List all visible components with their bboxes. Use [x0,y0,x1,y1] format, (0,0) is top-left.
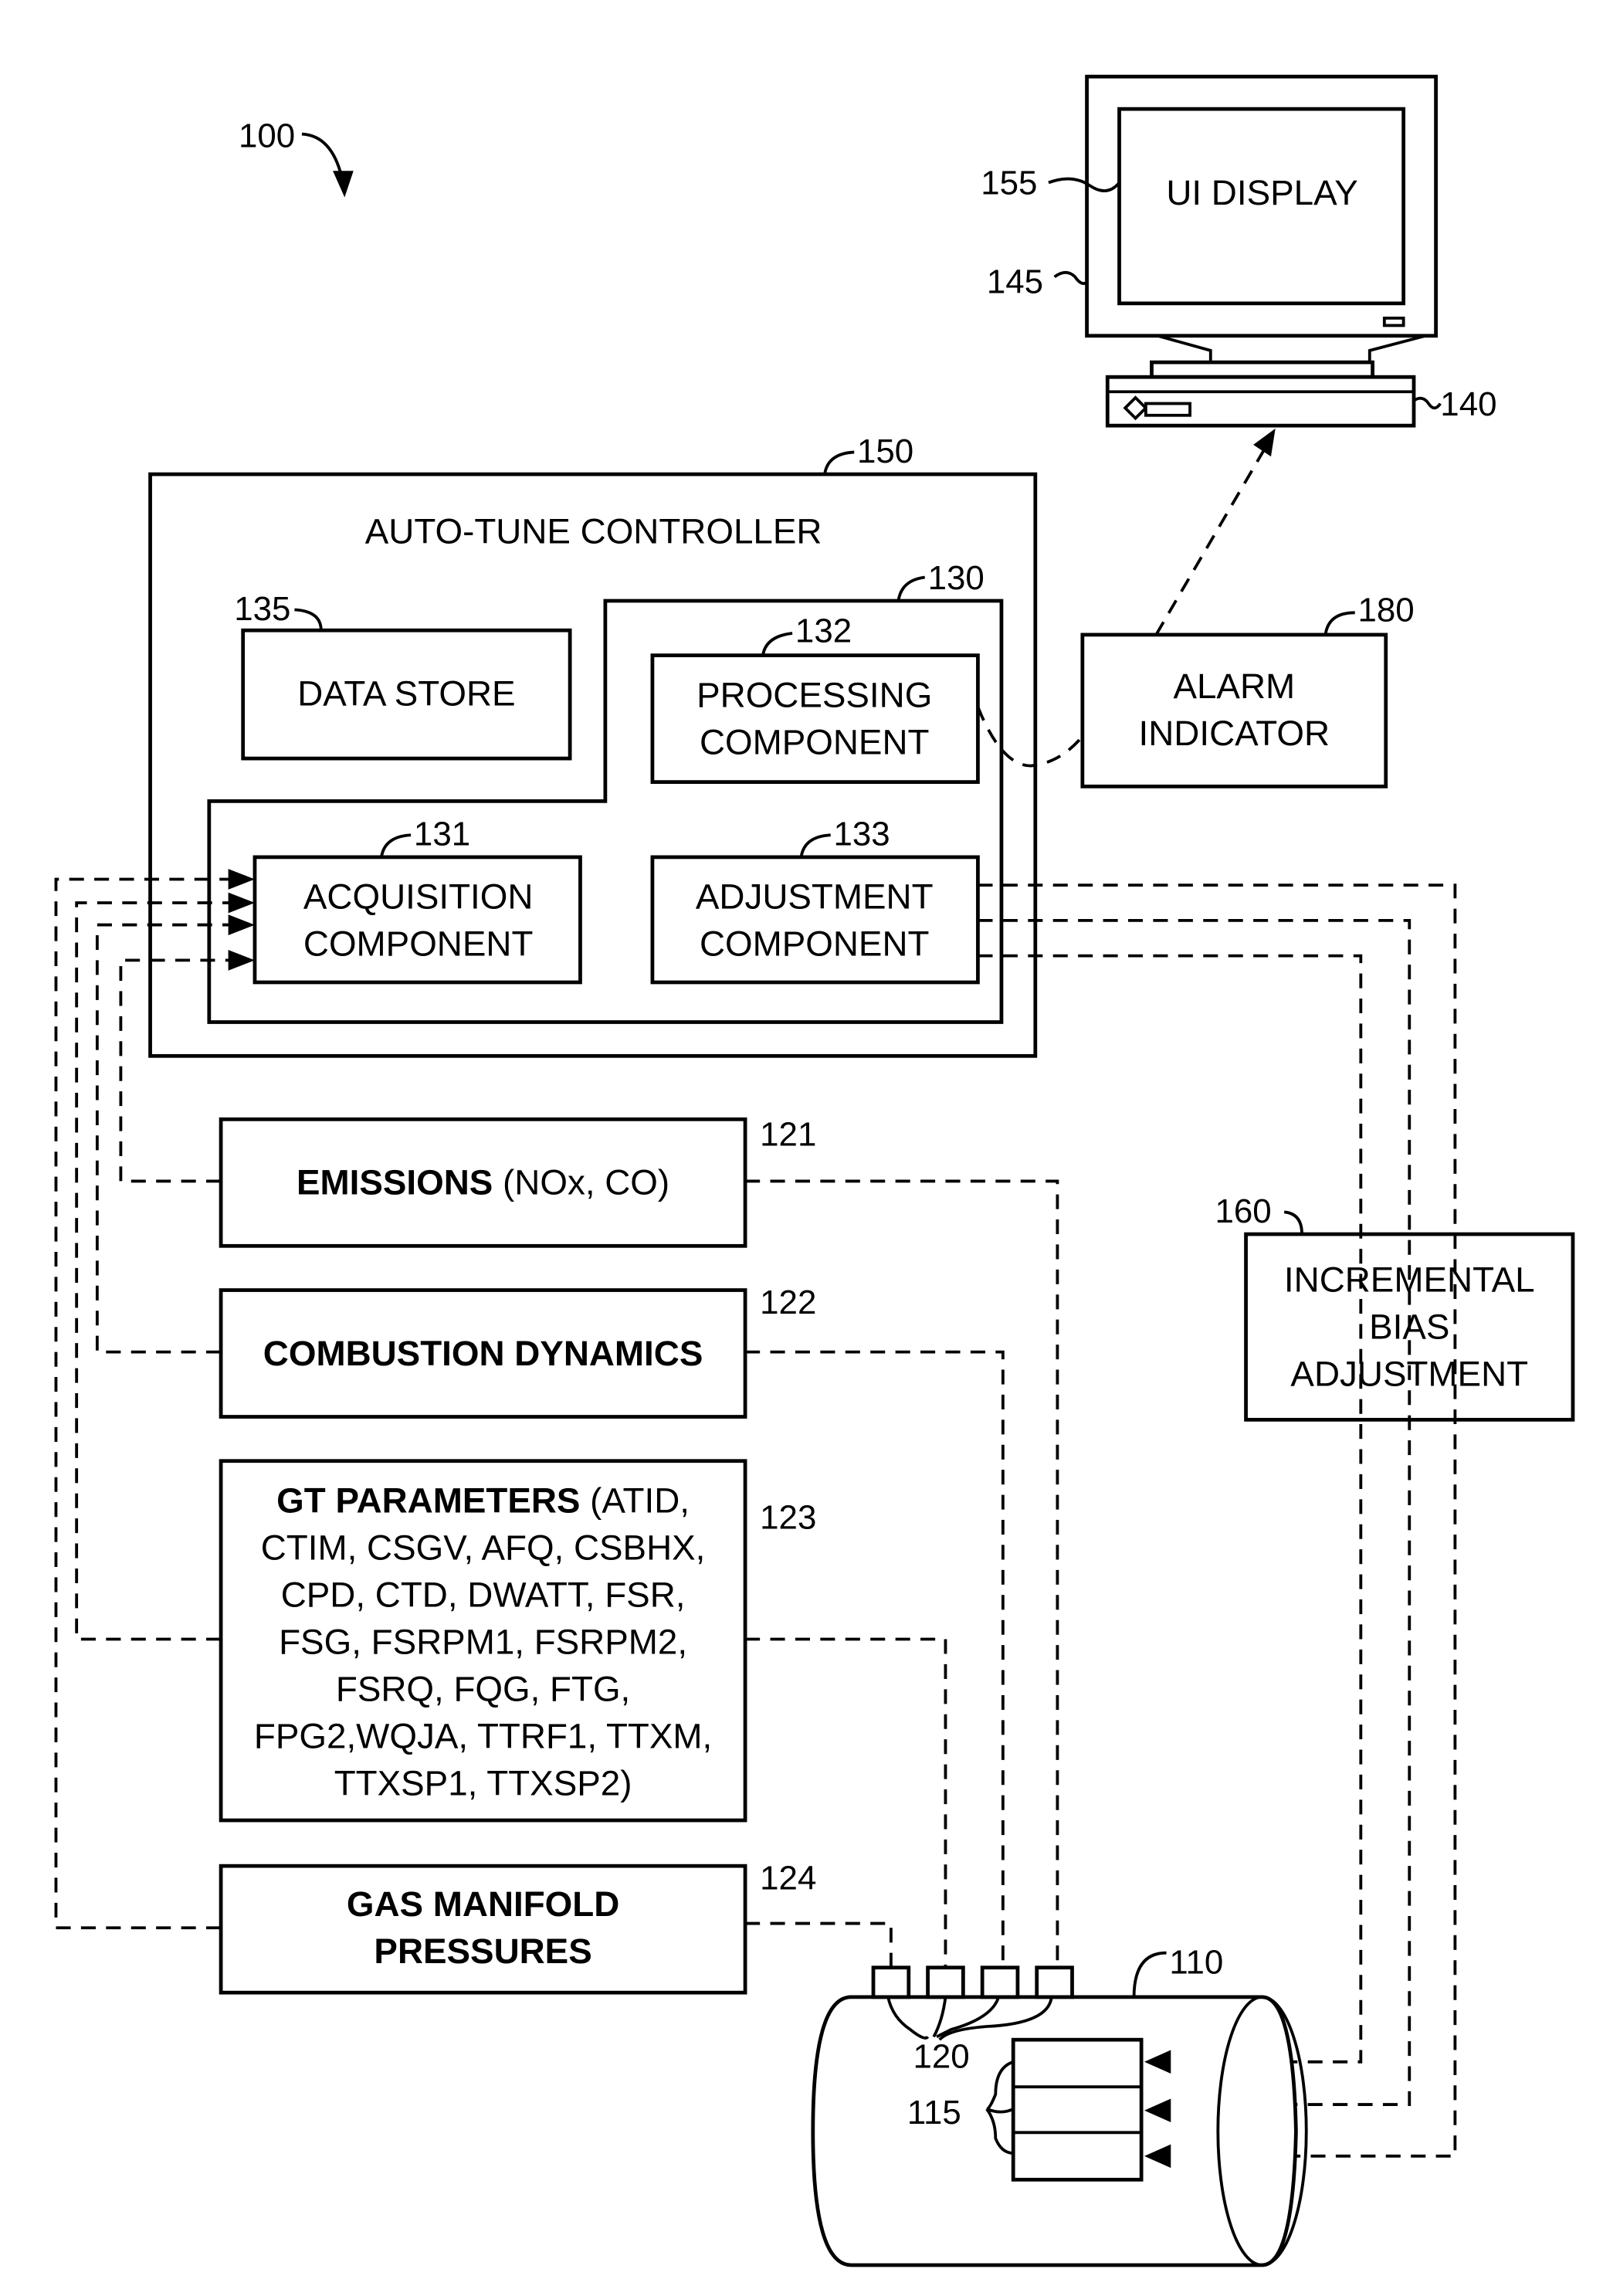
ref-145-leader [1053,270,1088,285]
processing-component-box[interactable] [650,653,980,784]
adjust-line-2 [978,918,1412,2106]
gt-line-1: CTIM, CSGV, AFQ, CSBHX, [261,1528,706,1568]
gt-line-4: FSRQ, FQG, FTG, [336,1670,630,1709]
sensor-1 [871,1965,911,1999]
ref-110: 110 [1169,1943,1223,1981]
arrowhead-icon [333,171,354,198]
ref-124: 124 [760,1860,816,1898]
computer-base [1105,375,1416,428]
sensor-4 [1035,1965,1074,1999]
acquisition-line1: ACQUISITION [303,877,534,917]
gt-line-6: TTXSP1, TTXSP2) [334,1764,632,1803]
patent-diagram: 100 UI DISPLAY 155 145 140 AUTO-TUNE CON… [54,74,1575,2267]
computer[interactable]: UI DISPLAY [1085,74,1438,428]
ref-100-leader [301,132,344,178]
data-store-label: DATA STORE [297,673,515,713]
ui-display-label: UI DISPLAY [1166,173,1357,212]
sensor-3 [980,1965,1020,1999]
gas-turbine [811,1951,1308,2267]
sensor-2 [926,1965,965,1999]
adjust-line-3 [978,954,1363,2064]
ref-130: 130 [928,559,985,597]
gt-line-5: FPG2,WQJA, TTRF1, TTXM, [254,1717,712,1756]
emissions-label: EMISSIONS (NOx, CO) [297,1163,669,1202]
ref-135: 135 [234,590,290,628]
ref-160: 160 [1215,1192,1271,1230]
ref-140: 140 [1440,385,1496,423]
gt-line-3: FSG, FSRPM1, FSRPM2, [279,1623,687,1662]
gas-to-sensor [745,1921,893,1971]
ref-123: 123 [760,1498,816,1536]
ref-122: 122 [760,1284,816,1321]
acquisition-line2: COMPONENT [303,924,534,964]
ref-155: 155 [981,164,1037,202]
ref-115: 115 [907,2094,961,2132]
alarm-line2: INDICATOR [1139,714,1330,753]
alarm-line1: ALARM [1173,666,1295,706]
ref-145: 145 [987,263,1043,300]
gas-line1: GAS MANIFOLD [347,1884,619,1924]
ref-131: 131 [414,816,470,853]
gt-line-2: CPD, CTD, DWATT, FSR, [281,1575,686,1615]
ref-180: 180 [1358,592,1415,629]
gt-line-0: GT PARAMETERS (ATID, [276,1480,690,1520]
stand-base [1150,360,1374,379]
power-led-icon [1382,317,1405,327]
alarm-indicator-box[interactable] [1080,633,1388,789]
ref-120: 120 [913,2037,970,2075]
alarm-computer-link [1154,449,1266,636]
controller-title: AUTO-TUNE CONTROLLER [365,512,822,551]
ref-132: 132 [795,612,852,649]
gt-to-sensor [745,1637,947,1971]
ref-160-leader [1283,1210,1303,1235]
ref-150-leader [823,450,855,475]
ref-180-leader [1323,611,1355,636]
ref-150: 150 [857,432,913,470]
monitor-stand [1157,334,1426,365]
ref-140-leader [1412,396,1442,410]
arrowhead-icon [1253,428,1276,457]
ref-121: 121 [760,1116,816,1154]
ref-100: 100 [239,117,295,155]
gas-line2: PRESSURES [374,1931,591,1971]
processing-line1: PROCESSING [696,675,932,714]
combustion-label: COMBUSTION DYNAMICS [263,1334,703,1373]
actuator-stack [1011,2037,1144,2182]
ref-133: 133 [834,816,890,853]
processing-line2: COMPONENT [700,722,930,761]
adjustment-line2: COMPONENT [700,924,930,964]
adjustment-line1: ADJUSTMENT [696,877,934,917]
ref-110-leader [1132,1951,1167,1997]
drive-slot-icon [1144,402,1191,417]
